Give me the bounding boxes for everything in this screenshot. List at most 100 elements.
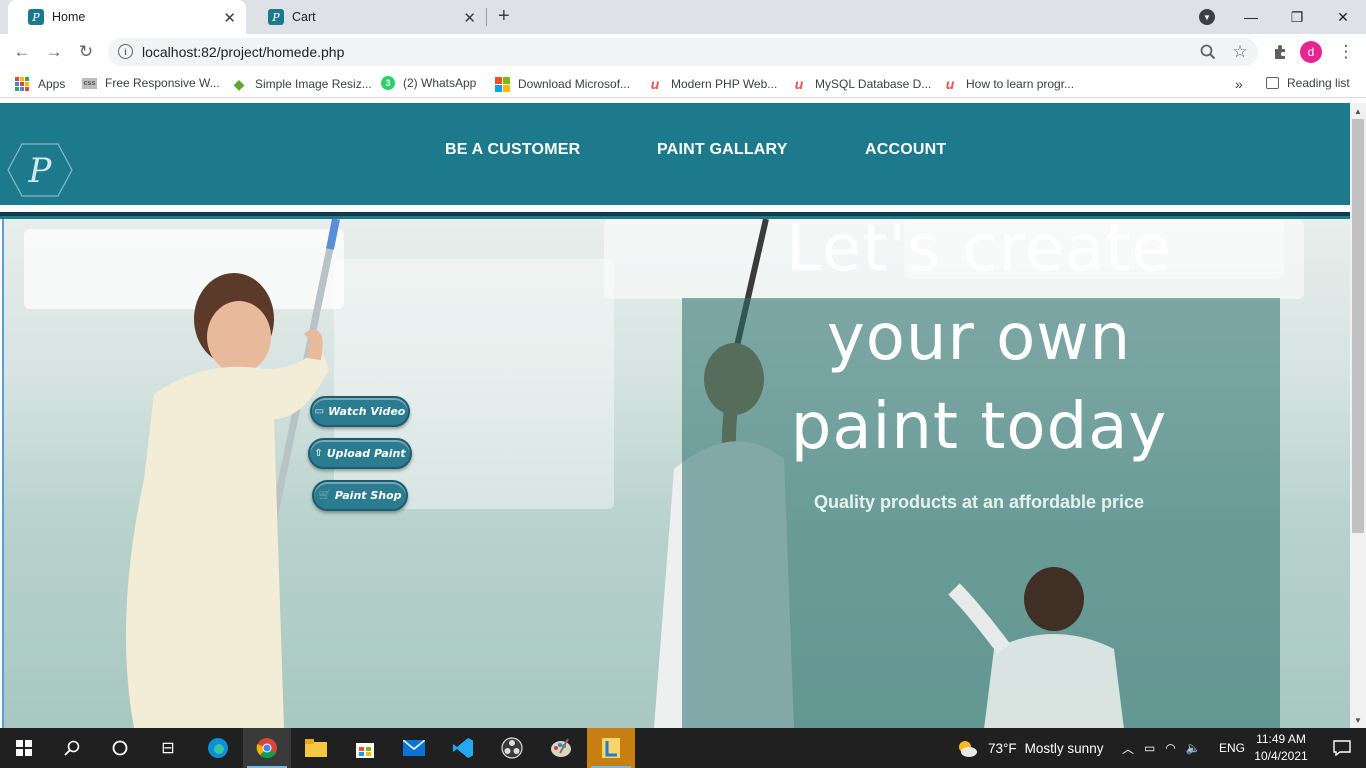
close-tab-icon[interactable]: ✕ bbox=[223, 9, 236, 27]
reading-list-label: Reading list bbox=[1287, 76, 1350, 90]
bookmark-label: MySQL Database D... bbox=[815, 77, 932, 91]
headline-line-1: Let's create bbox=[786, 212, 1172, 286]
close-window-button[interactable]: ✕ bbox=[1320, 0, 1366, 34]
bookmark-label: Simple Image Resiz... bbox=[255, 77, 372, 91]
nav-be-a-customer[interactable]: BE A CUSTOMER bbox=[445, 141, 580, 159]
bookmark-label: How to learn progr... bbox=[966, 77, 1075, 91]
clock-date: 10/4/2021 bbox=[1254, 749, 1308, 763]
start-button[interactable] bbox=[0, 728, 48, 768]
reload-icon[interactable]: ↻ bbox=[74, 40, 98, 64]
extensions-icon[interactable] bbox=[1268, 40, 1292, 64]
bookmark-label: (2) WhatsApp bbox=[403, 76, 477, 90]
restore-button[interactable]: ❐ bbox=[1274, 0, 1320, 34]
bookmark-modern-php[interactable]: u Modern PHP Web... bbox=[647, 76, 778, 92]
url-text[interactable]: localhost:82/project/homede.php bbox=[142, 44, 344, 60]
tab-cart[interactable]: P Cart ✕ bbox=[248, 0, 486, 34]
nav-account[interactable]: ACCOUNT bbox=[865, 141, 946, 159]
back-icon[interactable]: ← bbox=[10, 40, 34, 64]
udemy-icon: u bbox=[650, 76, 660, 92]
bookmark-label: Apps bbox=[38, 77, 66, 91]
scroll-up-arrow-icon[interactable]: ▲ bbox=[1350, 103, 1366, 119]
site-favicon-icon: P bbox=[28, 9, 44, 25]
weather-temperature: 73°F bbox=[988, 740, 1017, 756]
painter-right-illustration bbox=[948, 567, 1124, 728]
close-tab-icon[interactable]: ✕ bbox=[463, 9, 476, 27]
scroll-down-arrow-icon[interactable]: ▼ bbox=[1350, 712, 1366, 728]
minimize-button[interactable]: — bbox=[1228, 0, 1274, 34]
wifi-icon[interactable]: ◠ bbox=[1165, 741, 1175, 755]
windows-logo-icon bbox=[16, 740, 32, 756]
watch-video-button[interactable]: ▭ Watch Video bbox=[310, 396, 410, 427]
bookmark-apps[interactable]: Apps bbox=[14, 76, 65, 92]
scrollbar-thumb[interactable] bbox=[1352, 119, 1364, 533]
edge-icon[interactable] bbox=[194, 728, 242, 768]
bookmark-microsoft[interactable]: Download Microsof... bbox=[494, 76, 630, 92]
battery-icon[interactable]: ▭ bbox=[1144, 741, 1155, 755]
headline-line-2: your own bbox=[826, 301, 1132, 375]
chrome-icon[interactable] bbox=[243, 728, 291, 768]
svg-text:P: P bbox=[28, 151, 53, 191]
cart-icon: 🛒 bbox=[318, 490, 331, 501]
zoom-icon[interactable] bbox=[1196, 40, 1220, 64]
profile-avatar[interactable]: d bbox=[1300, 41, 1322, 63]
headline-line-3: paint today bbox=[790, 390, 1168, 464]
site-info-icon[interactable]: i bbox=[118, 44, 133, 59]
microsoft-icon bbox=[494, 76, 510, 92]
new-tab-button[interactable]: + bbox=[498, 5, 510, 28]
search-icon[interactable] bbox=[48, 728, 96, 768]
upload-paint-button[interactable]: ⇧ Upload Paint bbox=[308, 438, 412, 469]
language-indicator[interactable]: ENG bbox=[1219, 728, 1245, 768]
paint-shop-label: Paint Shop bbox=[334, 489, 402, 502]
tab-title: Cart bbox=[292, 10, 316, 24]
notifications-icon[interactable] bbox=[1318, 728, 1366, 768]
bookmark-whatsapp[interactable]: 3 (2) WhatsApp bbox=[381, 76, 476, 90]
nav-paint-gallery[interactable]: PAINT GALLARY bbox=[657, 141, 788, 159]
watch-video-label: Watch Video bbox=[328, 405, 406, 418]
file-manager-icon[interactable] bbox=[587, 728, 635, 768]
microsoft-store-icon[interactable] bbox=[341, 728, 389, 768]
taskbar-clock[interactable]: 11:49 AM 10/4/2021 bbox=[1252, 731, 1310, 765]
udemy-icon: u bbox=[945, 76, 955, 92]
mail-icon[interactable] bbox=[390, 728, 438, 768]
tab-divider bbox=[486, 8, 487, 26]
weather-condition: Mostly sunny bbox=[1024, 740, 1104, 756]
sun-cloud-icon bbox=[959, 741, 977, 757]
bookmarks-overflow-button[interactable]: » bbox=[1235, 76, 1243, 92]
bookmark-learn-programming[interactable]: u How to learn progr... bbox=[942, 76, 1074, 92]
upload-paint-label: Upload Paint bbox=[326, 447, 406, 460]
image-resizer-icon: ◆ bbox=[233, 75, 245, 92]
reading-list-icon bbox=[1266, 77, 1279, 89]
weather-widget[interactable]: 73°F Mostly sunny bbox=[956, 728, 1103, 768]
video-icon: ▭ bbox=[314, 406, 325, 417]
vscode-icon[interactable] bbox=[439, 728, 487, 768]
task-view-icon[interactable]: ⊟ bbox=[144, 728, 192, 768]
show-hidden-icons-chevron-icon[interactable]: ︿ bbox=[1122, 740, 1134, 757]
clock-time: 11:49 AM bbox=[1256, 732, 1306, 746]
paint-app-icon[interactable] bbox=[537, 728, 585, 768]
udemy-icon: u bbox=[794, 76, 804, 92]
whatsapp-icon: 3 bbox=[381, 76, 395, 90]
bookmark-label: Free Responsive W... bbox=[105, 76, 220, 90]
cortana-icon[interactable] bbox=[96, 728, 144, 768]
bookmark-free-responsive[interactable]: css Free Responsive W... bbox=[82, 76, 220, 90]
reading-list-button[interactable]: Reading list bbox=[1266, 76, 1350, 90]
bookmark-star-icon[interactable]: ☆ bbox=[1228, 40, 1252, 64]
file-explorer-icon[interactable] bbox=[292, 728, 340, 768]
bookmark-label: Download Microsof... bbox=[518, 77, 631, 91]
paint-shop-button[interactable]: 🛒 Paint Shop bbox=[312, 480, 408, 511]
forward-icon[interactable]: → bbox=[42, 40, 66, 64]
obs-icon[interactable] bbox=[488, 728, 536, 768]
bookmark-mysql[interactable]: u MySQL Database D... bbox=[791, 76, 932, 92]
tab-title: Home bbox=[52, 10, 86, 24]
system-tray: ︿ ▭ ◠ 🔈 bbox=[1122, 728, 1201, 768]
site-logo-icon[interactable]: P bbox=[6, 140, 74, 200]
hero-subline: Quality products at an affordable price bbox=[813, 492, 1145, 512]
volume-icon[interactable]: 🔈 bbox=[1186, 741, 1201, 755]
tab-search-icon[interactable]: ▼ bbox=[1199, 9, 1215, 25]
wall-paint-stroke bbox=[334, 259, 614, 509]
apps-grid-icon bbox=[14, 76, 30, 92]
menu-kebab-icon[interactable]: ⋮ bbox=[1334, 40, 1358, 64]
tab-home[interactable]: P Home ✕ bbox=[8, 0, 246, 34]
painter-left-illustration bbox=[126, 219, 340, 728]
bookmark-image-resizer[interactable]: ◆ Simple Image Resiz... bbox=[231, 76, 372, 92]
